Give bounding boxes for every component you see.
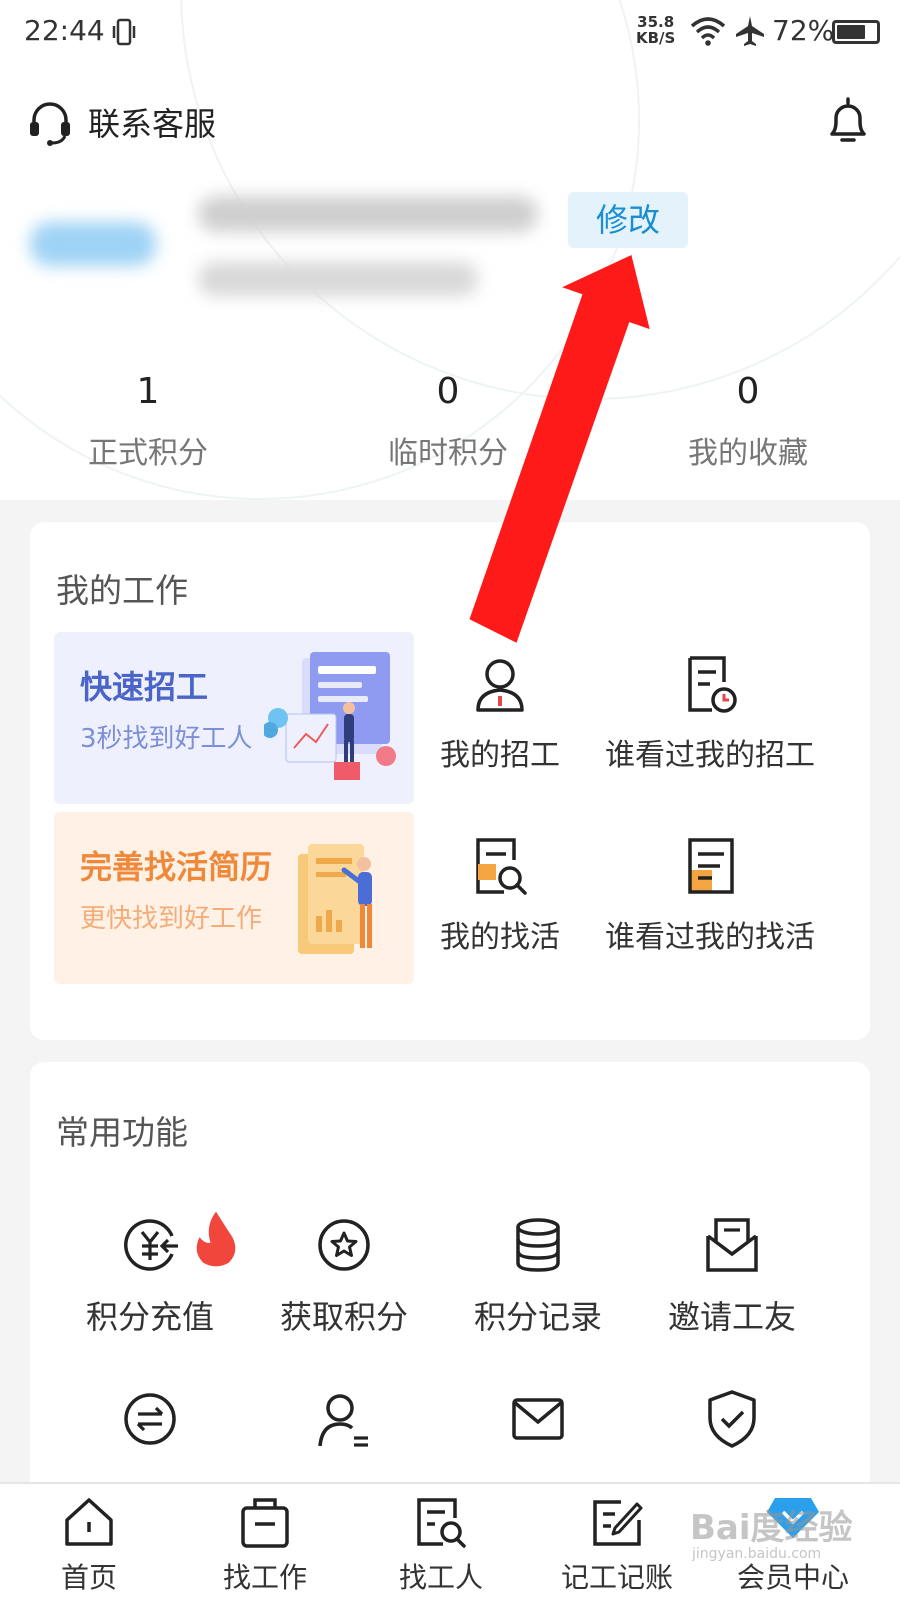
profile-header: 22:44 35.8 KB/S 72% 联系客服 修改 1 正式积分 0 临时积… bbox=[0, 0, 900, 500]
user-name bbox=[198, 196, 538, 232]
who-viewed-job-item[interactable]: 谁看过我的找活 bbox=[590, 834, 830, 956]
network-speed: 35.8 KB/S bbox=[636, 14, 675, 46]
resume-subtitle: 更快找到好工作 bbox=[80, 904, 263, 934]
tab-member-center[interactable]: 会员中心 bbox=[718, 1494, 868, 1596]
stat-value: 0 bbox=[736, 371, 760, 412]
home-icon bbox=[65, 1498, 113, 1546]
points-record-label: 积分记录 bbox=[473, 1298, 602, 1336]
my-work-card: 我的工作 快速招工 3秒找到好工人 完善找活简历 更快找到好工作 我的招工 谁看… bbox=[30, 522, 870, 1040]
document-search-icon bbox=[476, 838, 527, 895]
document-search-icon bbox=[417, 1498, 466, 1548]
function-item-shield[interactable] bbox=[642, 1388, 822, 1450]
database-icon bbox=[516, 1218, 560, 1272]
shield-check-icon bbox=[708, 1390, 756, 1448]
quick-recruit-subtitle: 3秒找到好工人 bbox=[80, 724, 253, 754]
document-icon bbox=[688, 838, 734, 894]
common-functions-title: 常用功能 bbox=[56, 1113, 188, 1152]
my-job-search-label: 我的找活 bbox=[440, 920, 560, 955]
status-time: 22:44 bbox=[24, 14, 105, 47]
speed-value: 35.8 bbox=[637, 13, 675, 31]
stat-label: 临时积分 bbox=[388, 436, 508, 471]
get-points-label: 获取积分 bbox=[279, 1298, 408, 1336]
switch-arrows-icon bbox=[124, 1393, 176, 1445]
stat-favorites[interactable]: 0 我的收藏 bbox=[618, 370, 878, 472]
member-diamond-icon bbox=[767, 1498, 819, 1538]
tab-find-job[interactable]: 找工作 bbox=[190, 1494, 340, 1596]
resume-banner[interactable]: 完善找活简历 更快找到好工作 bbox=[54, 812, 414, 984]
invite-workers-label: 邀请工友 bbox=[667, 1298, 796, 1336]
tab-accounting-label: 记工记账 bbox=[560, 1561, 673, 1594]
who-viewed-recruit-label: 谁看过我的招工 bbox=[605, 738, 815, 773]
my-recruit-label: 我的招工 bbox=[440, 738, 560, 773]
resume-illustration-icon bbox=[298, 844, 372, 954]
mail-icon bbox=[512, 1398, 564, 1440]
who-viewed-job-label: 谁看过我的找活 bbox=[605, 920, 815, 955]
common-functions-card: 常用功能 积分充值 获取积分 积分记录 邀请工友 bbox=[30, 1062, 870, 1502]
speed-unit: KB/S bbox=[636, 29, 676, 47]
invite-envelope-icon bbox=[706, 1218, 758, 1272]
recruit-illustration-icon bbox=[264, 652, 396, 780]
wifi-icon bbox=[690, 17, 726, 46]
battery-percent: 72% bbox=[772, 14, 835, 47]
recharge-points-label: 积分充值 bbox=[85, 1298, 214, 1336]
headset-icon bbox=[30, 102, 70, 146]
star-circle-icon bbox=[318, 1219, 370, 1271]
my-job-search-item[interactable]: 我的找活 bbox=[420, 834, 580, 956]
bottom-tab-bar: 首页 找工作 找工人 记工记账 会员中心 bbox=[0, 1482, 900, 1600]
airplane-mode-icon bbox=[736, 16, 764, 46]
contact-service-button[interactable]: 联系客服 bbox=[26, 98, 216, 146]
tab-find-worker-label: 找工人 bbox=[398, 1561, 483, 1594]
vibrate-icon bbox=[112, 18, 136, 46]
edit-note-icon bbox=[593, 1500, 643, 1546]
function-item-user[interactable] bbox=[254, 1388, 434, 1450]
points-record-item[interactable]: 积分记录 bbox=[448, 1214, 628, 1338]
battery-icon bbox=[832, 20, 880, 44]
quick-recruit-banner[interactable]: 快速招工 3秒找到好工人 bbox=[54, 632, 414, 804]
avatar bbox=[30, 222, 156, 266]
bell-icon[interactable] bbox=[826, 96, 870, 146]
hot-fire-icon bbox=[196, 1211, 236, 1267]
person-icon bbox=[476, 659, 524, 712]
who-viewed-recruit-item[interactable]: 谁看过我的招工 bbox=[590, 652, 830, 774]
stat-temp-points[interactable]: 0 临时积分 bbox=[318, 370, 578, 472]
invite-workers-item[interactable]: 邀请工友 bbox=[642, 1214, 822, 1338]
document-clock-icon bbox=[688, 656, 737, 713]
recharge-points-item[interactable]: 积分充值 bbox=[60, 1211, 240, 1338]
stat-value: 0 bbox=[436, 371, 460, 412]
stat-formal-points[interactable]: 1 正式积分 bbox=[18, 370, 278, 472]
function-item-switch[interactable] bbox=[60, 1388, 240, 1450]
tab-accounting[interactable]: 记工记账 bbox=[542, 1494, 692, 1596]
tab-find-job-label: 找工作 bbox=[222, 1561, 307, 1594]
my-work-title: 我的工作 bbox=[56, 571, 188, 610]
tab-find-worker[interactable]: 找工人 bbox=[366, 1494, 516, 1596]
get-points-item[interactable]: 获取积分 bbox=[254, 1214, 434, 1338]
stat-value: 1 bbox=[136, 371, 160, 412]
quick-recruit-title: 快速招工 bbox=[80, 668, 209, 706]
user-minus-icon bbox=[318, 1394, 368, 1447]
tab-home[interactable]: 首页 bbox=[14, 1494, 164, 1596]
status-bar: 22:44 35.8 KB/S 72% bbox=[0, 0, 900, 64]
function-item-mail[interactable] bbox=[448, 1388, 628, 1450]
contact-service-label: 联系客服 bbox=[88, 105, 217, 143]
stat-label: 正式积分 bbox=[88, 436, 208, 471]
tab-member-center-label: 会员中心 bbox=[736, 1561, 849, 1594]
resume-title: 完善找活简历 bbox=[80, 848, 273, 886]
user-phone bbox=[198, 262, 478, 296]
tab-home-label: 首页 bbox=[60, 1561, 117, 1594]
yuan-exchange-icon bbox=[124, 1219, 178, 1271]
edit-profile-button[interactable]: 修改 bbox=[568, 192, 688, 248]
luggage-icon bbox=[241, 1498, 289, 1548]
stat-label: 我的收藏 bbox=[688, 436, 808, 471]
my-recruit-item[interactable]: 我的招工 bbox=[420, 652, 580, 774]
